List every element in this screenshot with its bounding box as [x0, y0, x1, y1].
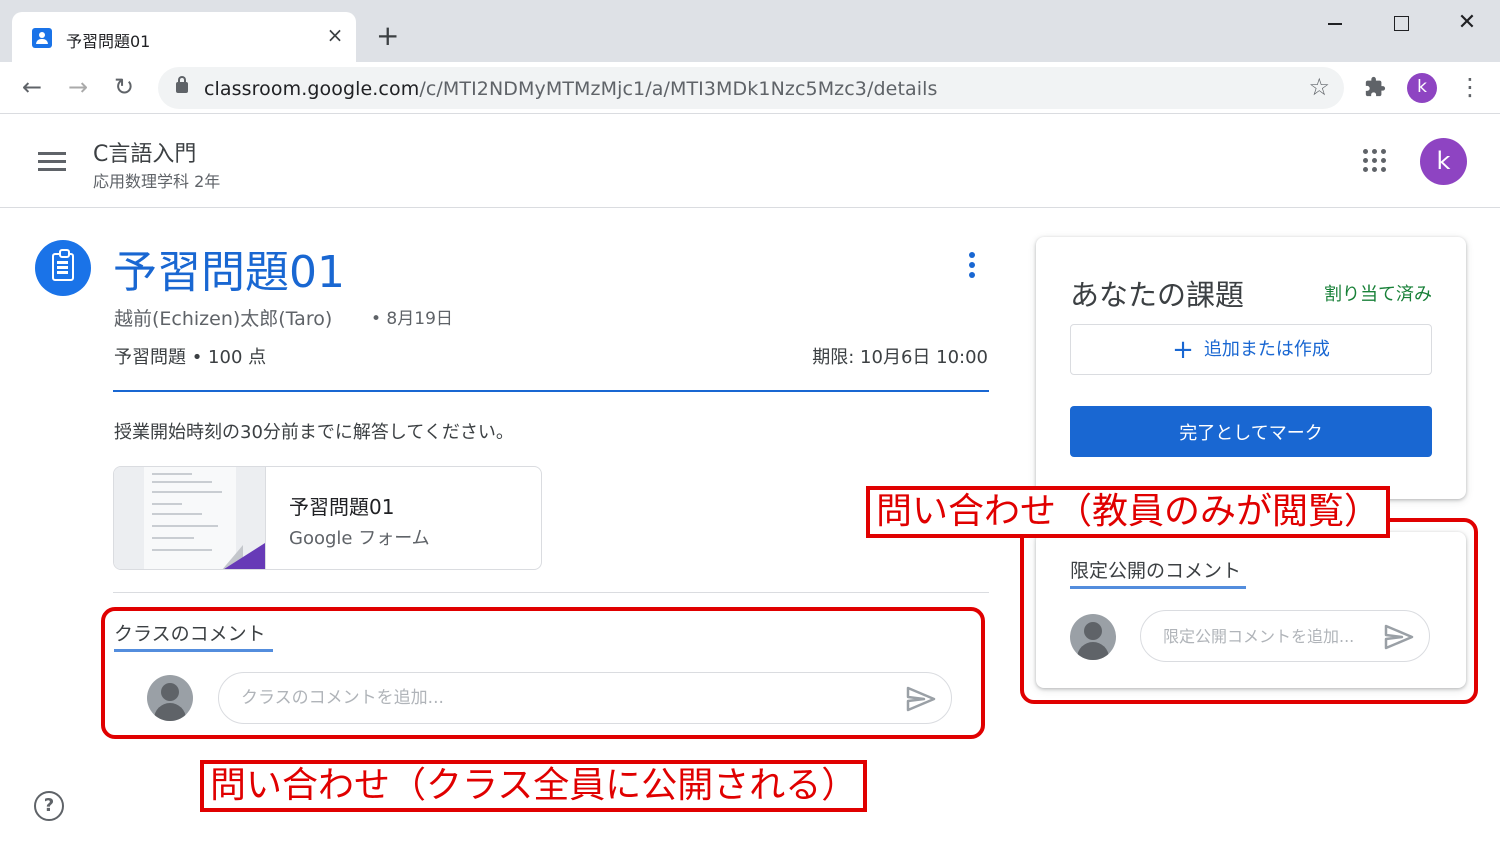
form-attachment[interactable]: 予習問題01 Google フォーム	[113, 466, 542, 570]
account-avatar[interactable]: k	[1420, 138, 1467, 185]
add-or-create-button[interactable]: + 追加または作成	[1070, 324, 1432, 375]
assignment-points: 予習問題 • 100 点	[114, 347, 267, 368]
tab-title: 予習問題01	[66, 32, 151, 51]
mark-as-done-button[interactable]: 完了としてマーク	[1070, 406, 1432, 457]
window-close-icon[interactable]: ✕	[1452, 10, 1482, 36]
private-comments-annotation: 問い合わせ（教員のみが閲覧）	[866, 486, 1391, 538]
reload-icon[interactable]: ↻	[109, 72, 139, 102]
browser-tab-bar: 予習問題01 × + ✕	[0, 0, 1500, 62]
app-header: C言語入門 応用数理学科 2年 k	[0, 115, 1500, 208]
attachment-type: Google フォーム	[289, 528, 430, 549]
back-icon[interactable]: ←	[17, 72, 47, 102]
divider	[113, 390, 989, 392]
form-thumbnail	[114, 467, 266, 569]
browser-toolbar: ← → ↻ classroom.google.com/c/MTI2NDMyMTM…	[0, 62, 1500, 114]
your-work-card: あなたの課題 割り当て済み + 追加または作成 完了としてマーク	[1036, 237, 1466, 499]
classroom-favicon-icon	[32, 28, 52, 48]
assignment-author: 越前(Echizen)太郎(Taro)	[114, 308, 333, 330]
attachment-title: 予習問題01	[289, 495, 395, 519]
class-comments-annotation: 問い合わせ（クラス全員に公開される）	[200, 760, 868, 812]
apps-grid-icon[interactable]	[1363, 149, 1387, 173]
assignment-instructions: 授業開始時刻の30分前までに解答してください。	[114, 422, 514, 443]
private-comments-highlight	[1020, 518, 1478, 704]
maximize-icon[interactable]	[1386, 10, 1416, 36]
url-text: classroom.google.com/c/MTI2NDMyMTMzMjc1/…	[204, 78, 938, 100]
class-section: 応用数理学科 2年	[93, 172, 221, 191]
help-icon[interactable]: ?	[34, 791, 64, 821]
add-or-create-label: 追加または作成	[1203, 338, 1330, 360]
class-name[interactable]: C言語入門	[93, 136, 196, 168]
due-date: 期限: 10月6日 10:00	[812, 347, 988, 368]
puzzle-icon[interactable]	[1364, 76, 1386, 104]
forward-icon[interactable]: →	[63, 72, 93, 102]
posted-date: • 8月19日	[371, 309, 453, 329]
more-options-icon[interactable]	[962, 252, 982, 282]
class-comments-highlight	[101, 607, 985, 739]
plus-icon: +	[1172, 334, 1194, 365]
browser-tab[interactable]: 予習問題01 ×	[12, 12, 356, 62]
menu-icon[interactable]	[38, 152, 66, 172]
browser-profile-avatar[interactable]: k	[1407, 73, 1437, 103]
address-bar[interactable]: classroom.google.com/c/MTI2NDMyMTMzMjc1/…	[158, 67, 1344, 109]
assignment-status: 割り当て済み	[1324, 284, 1432, 305]
your-work-title: あなたの課題	[1070, 278, 1245, 312]
assignment-icon	[35, 240, 91, 296]
new-tab-icon[interactable]: +	[376, 22, 399, 50]
browser-menu-icon[interactable]: ⋮	[1458, 74, 1482, 100]
assignment-title: 予習問題01	[113, 247, 345, 298]
divider	[113, 592, 989, 593]
forms-corner-icon	[221, 543, 265, 569]
url-path: /c/MTI2NDMyMTMzMjc1/a/MTI3MDk1Nzc5Mzc3/d…	[419, 78, 938, 100]
lock-icon	[176, 76, 188, 93]
url-host: classroom.google.com	[204, 78, 420, 100]
tab-close-icon[interactable]: ×	[324, 24, 346, 46]
minimize-icon[interactable]	[1320, 10, 1350, 36]
bookmark-star-icon[interactable]: ☆	[1308, 73, 1330, 101]
